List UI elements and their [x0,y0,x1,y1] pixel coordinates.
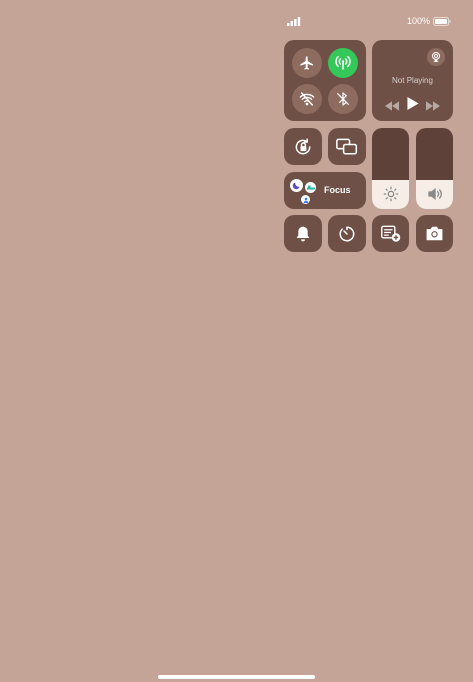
airplane-icon [300,56,313,70]
airplane-mode-button[interactable] [292,48,322,78]
signal-strength-icon [287,14,301,28]
connectivity-module [284,40,366,121]
battery-percentage: 100% [407,16,431,26]
fast-forward-icon [426,101,440,111]
airplay-icon[interactable] [427,48,445,66]
bluetooth-off-icon [337,92,349,106]
cellular-data-button[interactable] [328,48,358,78]
rotation-lock-icon [295,137,311,154]
rewind-button[interactable] [385,98,399,116]
focus-label: Focus [324,185,351,195]
sun-icon [383,186,398,202]
timer-icon [339,226,355,241]
timer-button[interactable] [328,215,366,252]
person-icon [301,195,310,204]
battery-full-icon [433,14,451,28]
bluetooth-button[interactable] [328,84,358,114]
volume-slider[interactable] [416,128,453,209]
now-playing-module[interactable]: Not Playing [372,40,453,121]
moon-icon [290,179,303,192]
orientation-lock-button[interactable] [284,128,322,165]
play-icon [407,97,419,110]
note-add-icon [380,225,400,242]
fast-forward-button[interactable] [426,98,440,116]
bed-icon [305,182,316,193]
play-button[interactable] [407,97,419,115]
rewind-icon [385,101,399,111]
speaker-icon [427,187,442,201]
now-playing-status: Not Playing [392,76,433,85]
bell-icon [296,226,310,241]
screen-mirroring-icon [336,138,358,155]
wifi-button[interactable] [292,84,322,114]
home-indicator[interactable] [158,675,315,679]
antenna-icon [335,55,351,70]
camera-button[interactable] [416,215,453,252]
quick-note-button[interactable] [372,215,409,252]
screen-mirroring-button[interactable] [328,128,366,165]
camera-icon [426,226,443,241]
brightness-slider[interactable] [372,128,409,209]
focus-button[interactable]: Focus [284,172,366,209]
wifi-off-icon [299,92,315,106]
silent-mode-button[interactable] [284,215,322,252]
